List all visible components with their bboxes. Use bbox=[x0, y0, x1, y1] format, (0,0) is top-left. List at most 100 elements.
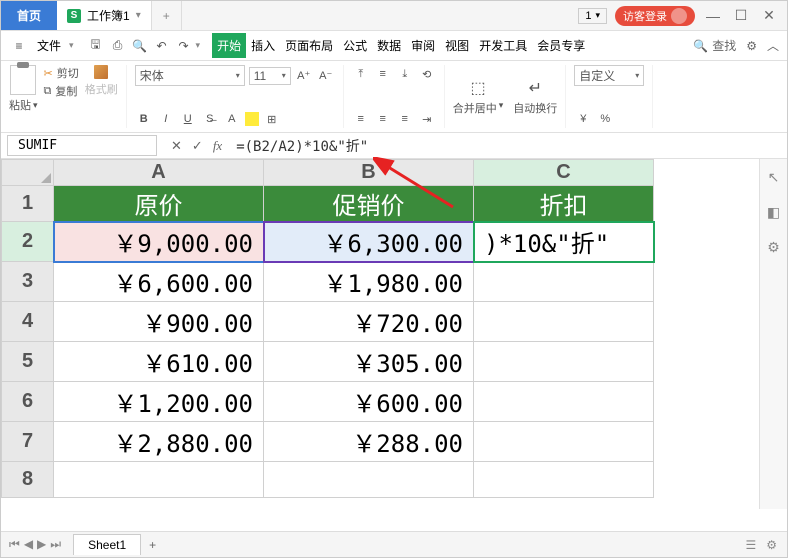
bold-button[interactable]: B bbox=[135, 110, 153, 128]
tab-data[interactable]: 数据 bbox=[372, 33, 406, 58]
header-original-price[interactable]: 原价 bbox=[54, 186, 264, 222]
font-name-combo[interactable]: 宋体▾ bbox=[135, 65, 245, 86]
paste-icon[interactable] bbox=[10, 65, 36, 95]
cell-b6[interactable]: ￥600.00 bbox=[264, 382, 474, 422]
cell-a7[interactable]: ￥2,880.00 bbox=[54, 422, 264, 462]
percent-icon[interactable]: % bbox=[596, 110, 614, 128]
cell-a4[interactable]: ￥900.00 bbox=[54, 302, 264, 342]
cell-b3[interactable]: ￥1,980.00 bbox=[264, 262, 474, 302]
indent-icon[interactable]: ⇥ bbox=[418, 110, 436, 128]
align-middle-icon[interactable]: ≡ bbox=[374, 65, 392, 83]
cancel-formula-icon[interactable]: ✕ bbox=[171, 138, 182, 154]
sheet-list-icon[interactable]: ☰ bbox=[745, 538, 756, 552]
row-header-4[interactable]: 4 bbox=[2, 302, 54, 342]
align-top-icon[interactable]: ⤒ bbox=[352, 65, 370, 83]
underline-button[interactable]: U bbox=[179, 110, 197, 128]
cell-a3[interactable]: ￥6,600.00 bbox=[54, 262, 264, 302]
formula-input[interactable]: =(B2/A2)*10&"折" bbox=[230, 134, 787, 158]
cell-c6[interactable] bbox=[474, 382, 654, 422]
row-header-6[interactable]: 6 bbox=[2, 382, 54, 422]
wrap-button[interactable]: 自动换行 bbox=[513, 103, 557, 115]
more-dropdown-icon[interactable]: ▾ bbox=[196, 40, 201, 51]
cut-button[interactable]: ✂ 剪切 bbox=[44, 65, 79, 81]
tab-insert[interactable]: 插入 bbox=[246, 33, 280, 58]
minimize-button[interactable]: — bbox=[703, 6, 723, 26]
tab-review[interactable]: 审阅 bbox=[406, 33, 440, 58]
maximize-button[interactable]: ☐ bbox=[731, 6, 751, 26]
cell-a6[interactable]: ￥1,200.00 bbox=[54, 382, 264, 422]
align-center-icon[interactable]: ≡ bbox=[374, 110, 392, 128]
sheet-tab-sheet1[interactable]: Sheet1 bbox=[73, 534, 141, 555]
sheet-first-icon[interactable]: ⏮ bbox=[9, 537, 20, 552]
strike-button[interactable]: S̶ bbox=[201, 110, 219, 128]
dropdown-icon[interactable]: ▾ bbox=[136, 10, 141, 21]
border-button[interactable]: ⊞ bbox=[263, 110, 281, 128]
cell-a2[interactable]: ￥9,000.00 bbox=[54, 222, 264, 262]
align-left-icon[interactable]: ≡ bbox=[352, 110, 370, 128]
file-menu[interactable]: 文件 bbox=[31, 37, 67, 54]
sheet-settings-icon[interactable]: ⚙ bbox=[766, 538, 777, 552]
tab-start[interactable]: 开始 bbox=[212, 33, 246, 58]
close-button[interactable]: ✕ bbox=[759, 6, 779, 26]
col-header-c[interactable]: C bbox=[474, 160, 654, 186]
format-painter-icon[interactable] bbox=[94, 65, 108, 79]
undo-icon[interactable]: ↶ bbox=[152, 36, 172, 56]
increase-font-icon[interactable]: A⁺ bbox=[295, 67, 313, 85]
cell-b2[interactable]: ￥6,300.00 bbox=[264, 222, 474, 262]
accept-formula-icon[interactable]: ✓ bbox=[192, 138, 203, 154]
col-header-a[interactable]: A bbox=[54, 160, 264, 186]
sheet-prev-icon[interactable]: ◀ bbox=[24, 537, 33, 552]
cell-b7[interactable]: ￥288.00 bbox=[264, 422, 474, 462]
align-bottom-icon[interactable]: ⤓ bbox=[396, 65, 414, 83]
currency-icon[interactable]: ¥ bbox=[574, 110, 592, 128]
tab-formula[interactable]: 公式 bbox=[338, 33, 372, 58]
fill-color-button[interactable] bbox=[245, 112, 259, 126]
format-painter-button[interactable]: 格式刷 bbox=[85, 81, 118, 97]
align-right-icon[interactable]: ≡ bbox=[396, 110, 414, 128]
redo-icon[interactable]: ↷ bbox=[174, 36, 194, 56]
row-header-7[interactable]: 7 bbox=[2, 422, 54, 462]
row-header-8[interactable]: 8 bbox=[2, 462, 54, 498]
page-indicator[interactable]: 1 ▾ bbox=[578, 8, 607, 24]
chevron-down-icon[interactable]: ▾ bbox=[33, 100, 38, 111]
sheet-last-icon[interactable]: ⏭ bbox=[50, 537, 61, 552]
file-dropdown-icon[interactable]: ▾ bbox=[69, 40, 74, 51]
search-button[interactable]: 🔍 查找 bbox=[693, 37, 736, 54]
cell-c5[interactable] bbox=[474, 342, 654, 382]
tab-view[interactable]: 视图 bbox=[440, 33, 474, 58]
wrap-icon[interactable]: ↵ bbox=[529, 78, 542, 98]
tab-member[interactable]: 会员专享 bbox=[532, 33, 590, 58]
tab-add-button[interactable]: + bbox=[152, 1, 182, 30]
merge-icon[interactable]: ⬚ bbox=[470, 78, 485, 98]
cell-c3[interactable] bbox=[474, 262, 654, 302]
number-format-combo[interactable]: 自定义▾ bbox=[574, 65, 644, 86]
font-size-combo[interactable]: 11▾ bbox=[249, 67, 291, 85]
select-tool-icon[interactable]: ↖ bbox=[768, 169, 780, 186]
cell-b4[interactable]: ￥720.00 bbox=[264, 302, 474, 342]
name-box[interactable]: SUMIF bbox=[7, 135, 157, 156]
print-icon[interactable]: ⎙ bbox=[108, 36, 128, 56]
row-header-1[interactable]: 1 bbox=[2, 186, 54, 222]
cell-b8[interactable] bbox=[264, 462, 474, 498]
font-color-button[interactable]: A bbox=[223, 110, 241, 128]
menu-icon[interactable]: ≡ bbox=[9, 36, 29, 56]
cell-c2[interactable]: )*10&"折" bbox=[474, 222, 654, 262]
italic-button[interactable]: I bbox=[157, 110, 175, 128]
orientation-icon[interactable]: ⟲ bbox=[418, 65, 436, 83]
copy-button[interactable]: ⧉ 复制 bbox=[44, 83, 79, 99]
decrease-font-icon[interactable]: A⁻ bbox=[317, 67, 335, 85]
select-all-corner[interactable] bbox=[2, 160, 54, 186]
properties-tool-icon[interactable]: ⚙ bbox=[767, 239, 780, 256]
collapse-ribbon-icon[interactable]: ︿ bbox=[767, 37, 779, 54]
cell-a8[interactable] bbox=[54, 462, 264, 498]
cell-c8[interactable] bbox=[474, 462, 654, 498]
row-header-2[interactable]: 2 bbox=[2, 222, 54, 262]
cell-a5[interactable]: ￥610.00 bbox=[54, 342, 264, 382]
tab-page-layout[interactable]: 页面布局 bbox=[280, 33, 338, 58]
save-icon[interactable]: 🖫 bbox=[86, 36, 106, 56]
tab-workbook[interactable]: S 工作簿1 ▾ bbox=[57, 1, 152, 30]
cell-b5[interactable]: ￥305.00 bbox=[264, 342, 474, 382]
preview-icon[interactable]: 🔍 bbox=[130, 36, 150, 56]
tab-dev-tools[interactable]: 开发工具 bbox=[474, 33, 532, 58]
tab-home[interactable]: 首页 bbox=[1, 1, 57, 30]
